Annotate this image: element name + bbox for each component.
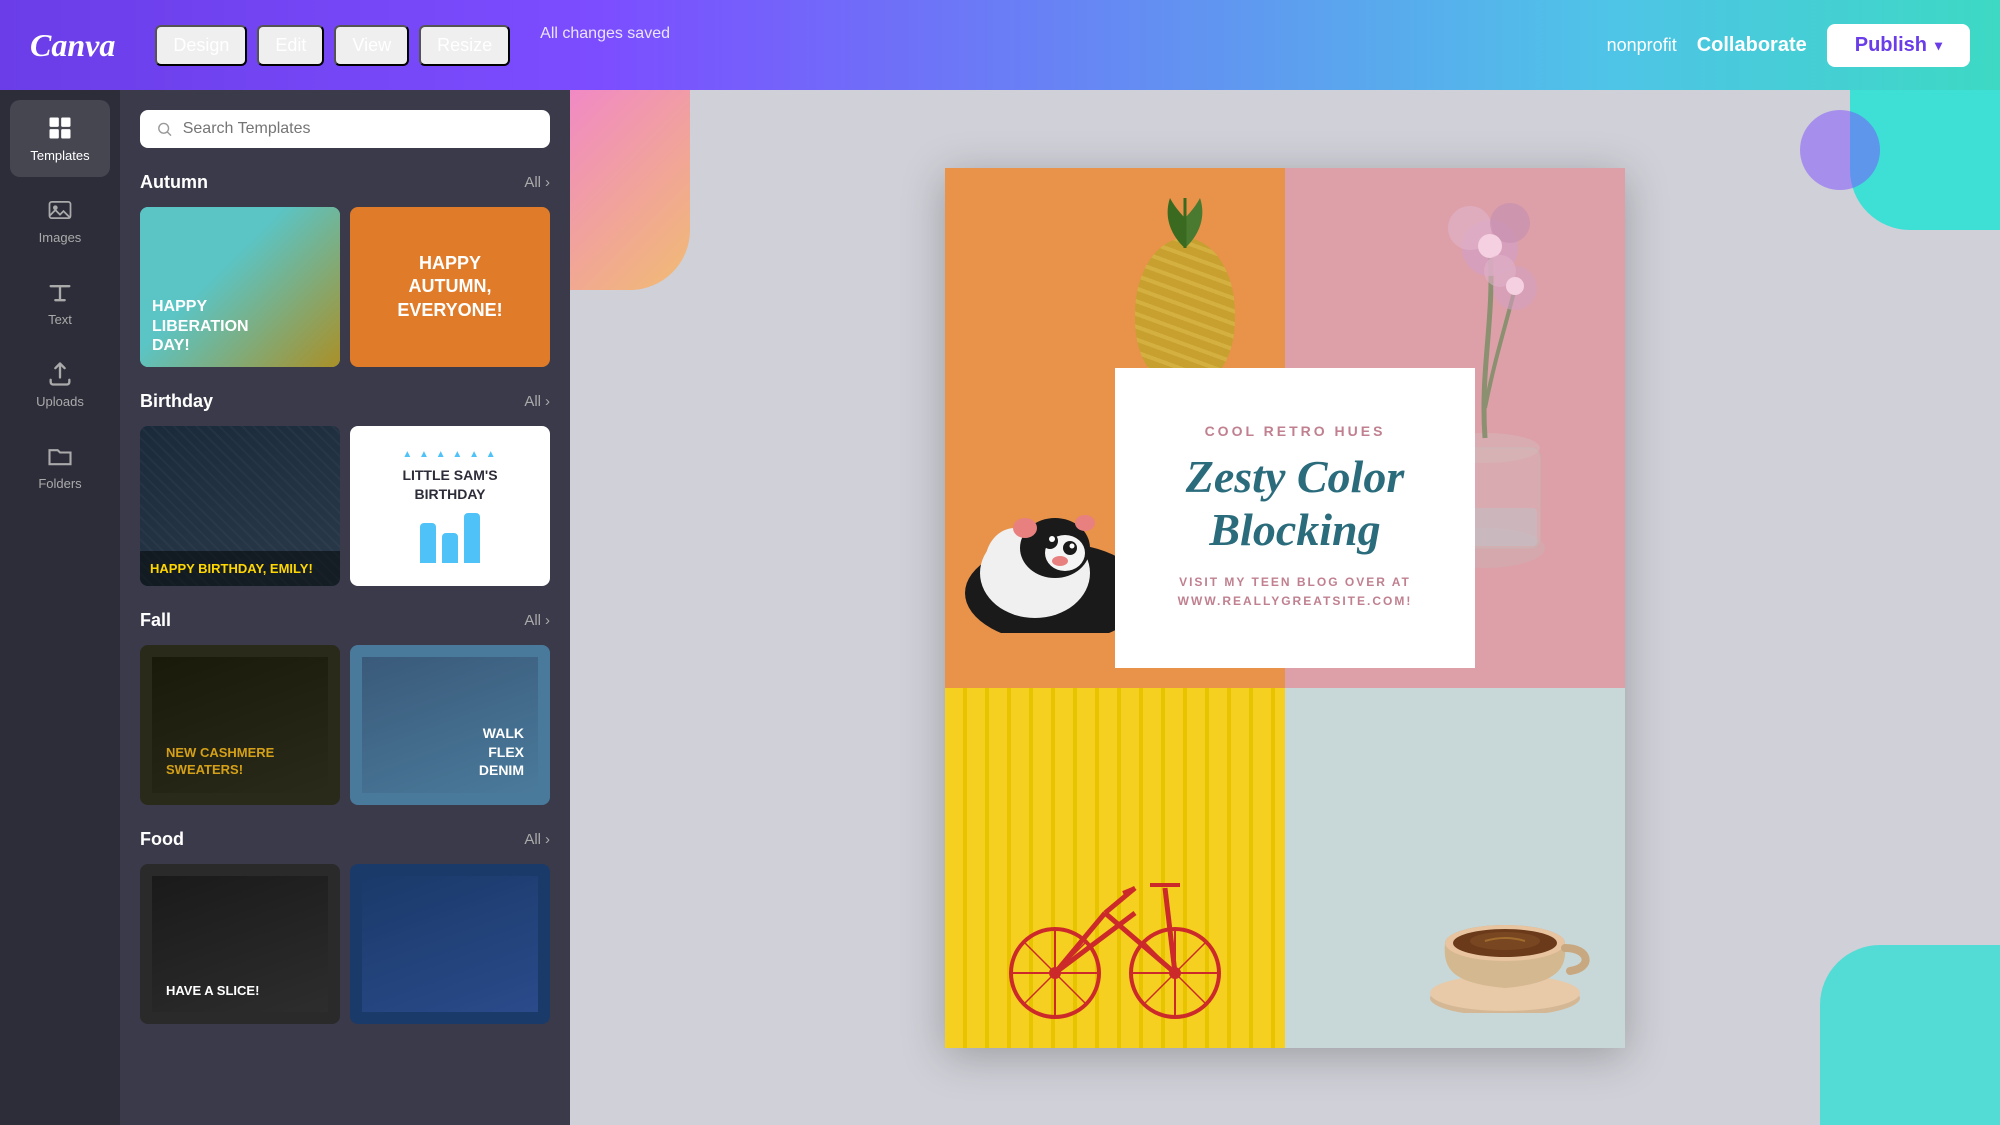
autumn-template-2[interactable]: HAPPYAUTUMN,EVERYONE! — [350, 207, 550, 367]
birthday-2-text: LITTLE SAM'SBIRTHDAY — [402, 466, 497, 502]
food-all-link[interactable]: All › — [524, 831, 550, 848]
autumn-section-header: Autumn All › — [140, 172, 550, 193]
birthday-section-header: Birthday All › — [140, 391, 550, 412]
sidebar-item-uploads[interactable]: Uploads — [10, 346, 110, 423]
sidebar-item-templates[interactable]: Templates — [10, 100, 110, 177]
bg-decoration-topright — [1800, 90, 2000, 270]
coffee-cup-illustration — [1415, 853, 1595, 1013]
bg-decoration-topleft — [570, 90, 690, 290]
autumn-1-text: HAPPYLIBERATIONDAY! — [152, 297, 249, 355]
publish-dropdown-arrow: ▾ — [1935, 37, 1942, 54]
nav-resize[interactable]: Resize — [419, 25, 510, 66]
fall-template-grid: NEW CASHMERESWEATERS! WALKFLEXDENIM — [140, 645, 550, 805]
uploads-icon — [46, 360, 74, 388]
birthday-title: Birthday — [140, 391, 213, 412]
images-icon — [46, 196, 74, 224]
bg-decoration-bottomright — [1820, 945, 2000, 1125]
canvas-body-text: VISIT MY TEEN BLOG OVER ATWWW.REALLYGREA… — [1178, 573, 1413, 611]
canvas-text-overlay: COOL RETRO HUES Zesty Color Blocking VIS… — [1115, 368, 1475, 668]
search-bar[interactable] — [140, 110, 550, 148]
uploads-label: Uploads — [36, 394, 84, 409]
autumn-2-text: HAPPYAUTUMN,EVERYONE! — [397, 252, 502, 322]
main-nav: Design Edit View Resize All changes save… — [155, 25, 1606, 66]
fall-template-1[interactable]: NEW CASHMERESWEATERS! — [140, 645, 340, 805]
sidebar-item-text[interactable]: Text — [10, 264, 110, 341]
autumn-template-1[interactable]: HAPPYLIBERATIONDAY! — [140, 207, 340, 367]
autumn-template-grid: HAPPYLIBERATIONDAY! HAPPYAUTUMN,EVERYONE… — [140, 207, 550, 367]
fall-template-2[interactable]: WALKFLEXDENIM — [350, 645, 550, 805]
images-label: Images — [39, 230, 82, 245]
nonprofit-button[interactable]: nonprofit — [1607, 35, 1677, 56]
food-1-text: HAVE A SLICE! — [166, 983, 259, 998]
panel-collapse-handle[interactable] — [565, 583, 570, 633]
publish-label: Publish — [1855, 34, 1927, 57]
templates-label: Templates — [30, 148, 89, 163]
app-logo: Canva — [30, 27, 115, 64]
nav-view[interactable]: View — [334, 25, 409, 66]
fall-1-text: NEW CASHMERESWEATERS! — [166, 745, 274, 779]
templates-panel: Autumn All › HAPPYLIBERATIONDAY! HAPPYAU… — [120, 90, 570, 1125]
birthday-template-2[interactable]: ▲ ▲ ▲ ▲ ▲ ▲ LITTLE SAM'SBIRTHDAY — [350, 426, 550, 586]
canvas-title: Zesty Color Blocking — [1145, 451, 1445, 557]
folders-label: Folders — [38, 476, 81, 491]
templates-icon — [46, 114, 74, 142]
save-status: All changes saved — [540, 25, 670, 66]
text-icon — [46, 278, 74, 306]
food-template-grid: HAVE A SLICE! — [140, 864, 550, 1024]
search-input[interactable] — [183, 120, 534, 138]
sidebar-item-folders[interactable]: Folders — [10, 428, 110, 505]
fall-all-link[interactable]: All › — [524, 612, 550, 629]
fall-2-text: WALKFLEXDENIM — [479, 724, 524, 779]
food-section-header: Food All › — [140, 829, 550, 850]
birthday-template-grid: HAPPY BIRTHDAY, EMILY! ▲ ▲ ▲ ▲ ▲ ▲ LITTL… — [140, 426, 550, 586]
bike-illustration — [995, 843, 1235, 1023]
food-title: Food — [140, 829, 184, 850]
search-icon — [156, 120, 173, 138]
food-template-1[interactable]: HAVE A SLICE! — [140, 864, 340, 1024]
fall-title: Fall — [140, 610, 171, 631]
nav-edit[interactable]: Edit — [257, 25, 324, 66]
canvas-cell-bike — [945, 688, 1285, 1048]
canvas-subtitle: COOL RETRO HUES — [1205, 423, 1386, 439]
autumn-title: Autumn — [140, 172, 208, 193]
header-right: nonprofit Collaborate Publish ▾ — [1607, 24, 1970, 67]
canvas-cell-coffee — [1285, 688, 1625, 1048]
nav-design[interactable]: Design — [155, 25, 247, 66]
app-header: Canva Design Edit View Resize All change… — [0, 0, 2000, 90]
text-label: Text — [48, 312, 72, 327]
birthday-1-overlay: HAPPY BIRTHDAY, EMILY! — [140, 551, 340, 586]
design-canvas[interactable]: COOL RETRO HUES Zesty Color Blocking VIS… — [945, 168, 1625, 1048]
birthday-all-link[interactable]: All › — [524, 393, 550, 410]
autumn-all-link[interactable]: All › — [524, 174, 550, 191]
folders-icon — [46, 442, 74, 470]
icon-sidebar: Templates Images Text Uploads Folders — [0, 90, 120, 1125]
birthday-1-text: HAPPY BIRTHDAY, EMILY! — [150, 561, 330, 576]
canvas-area: COOL RETRO HUES Zesty Color Blocking VIS… — [570, 90, 2000, 1125]
sidebar-item-images[interactable]: Images — [10, 182, 110, 259]
fall-section-header: Fall All › — [140, 610, 550, 631]
publish-button[interactable]: Publish ▾ — [1827, 24, 1970, 67]
birthday-template-1[interactable]: HAPPY BIRTHDAY, EMILY! — [140, 426, 340, 586]
collaborate-button[interactable]: Collaborate — [1697, 34, 1807, 57]
food-template-2[interactable] — [350, 864, 550, 1024]
